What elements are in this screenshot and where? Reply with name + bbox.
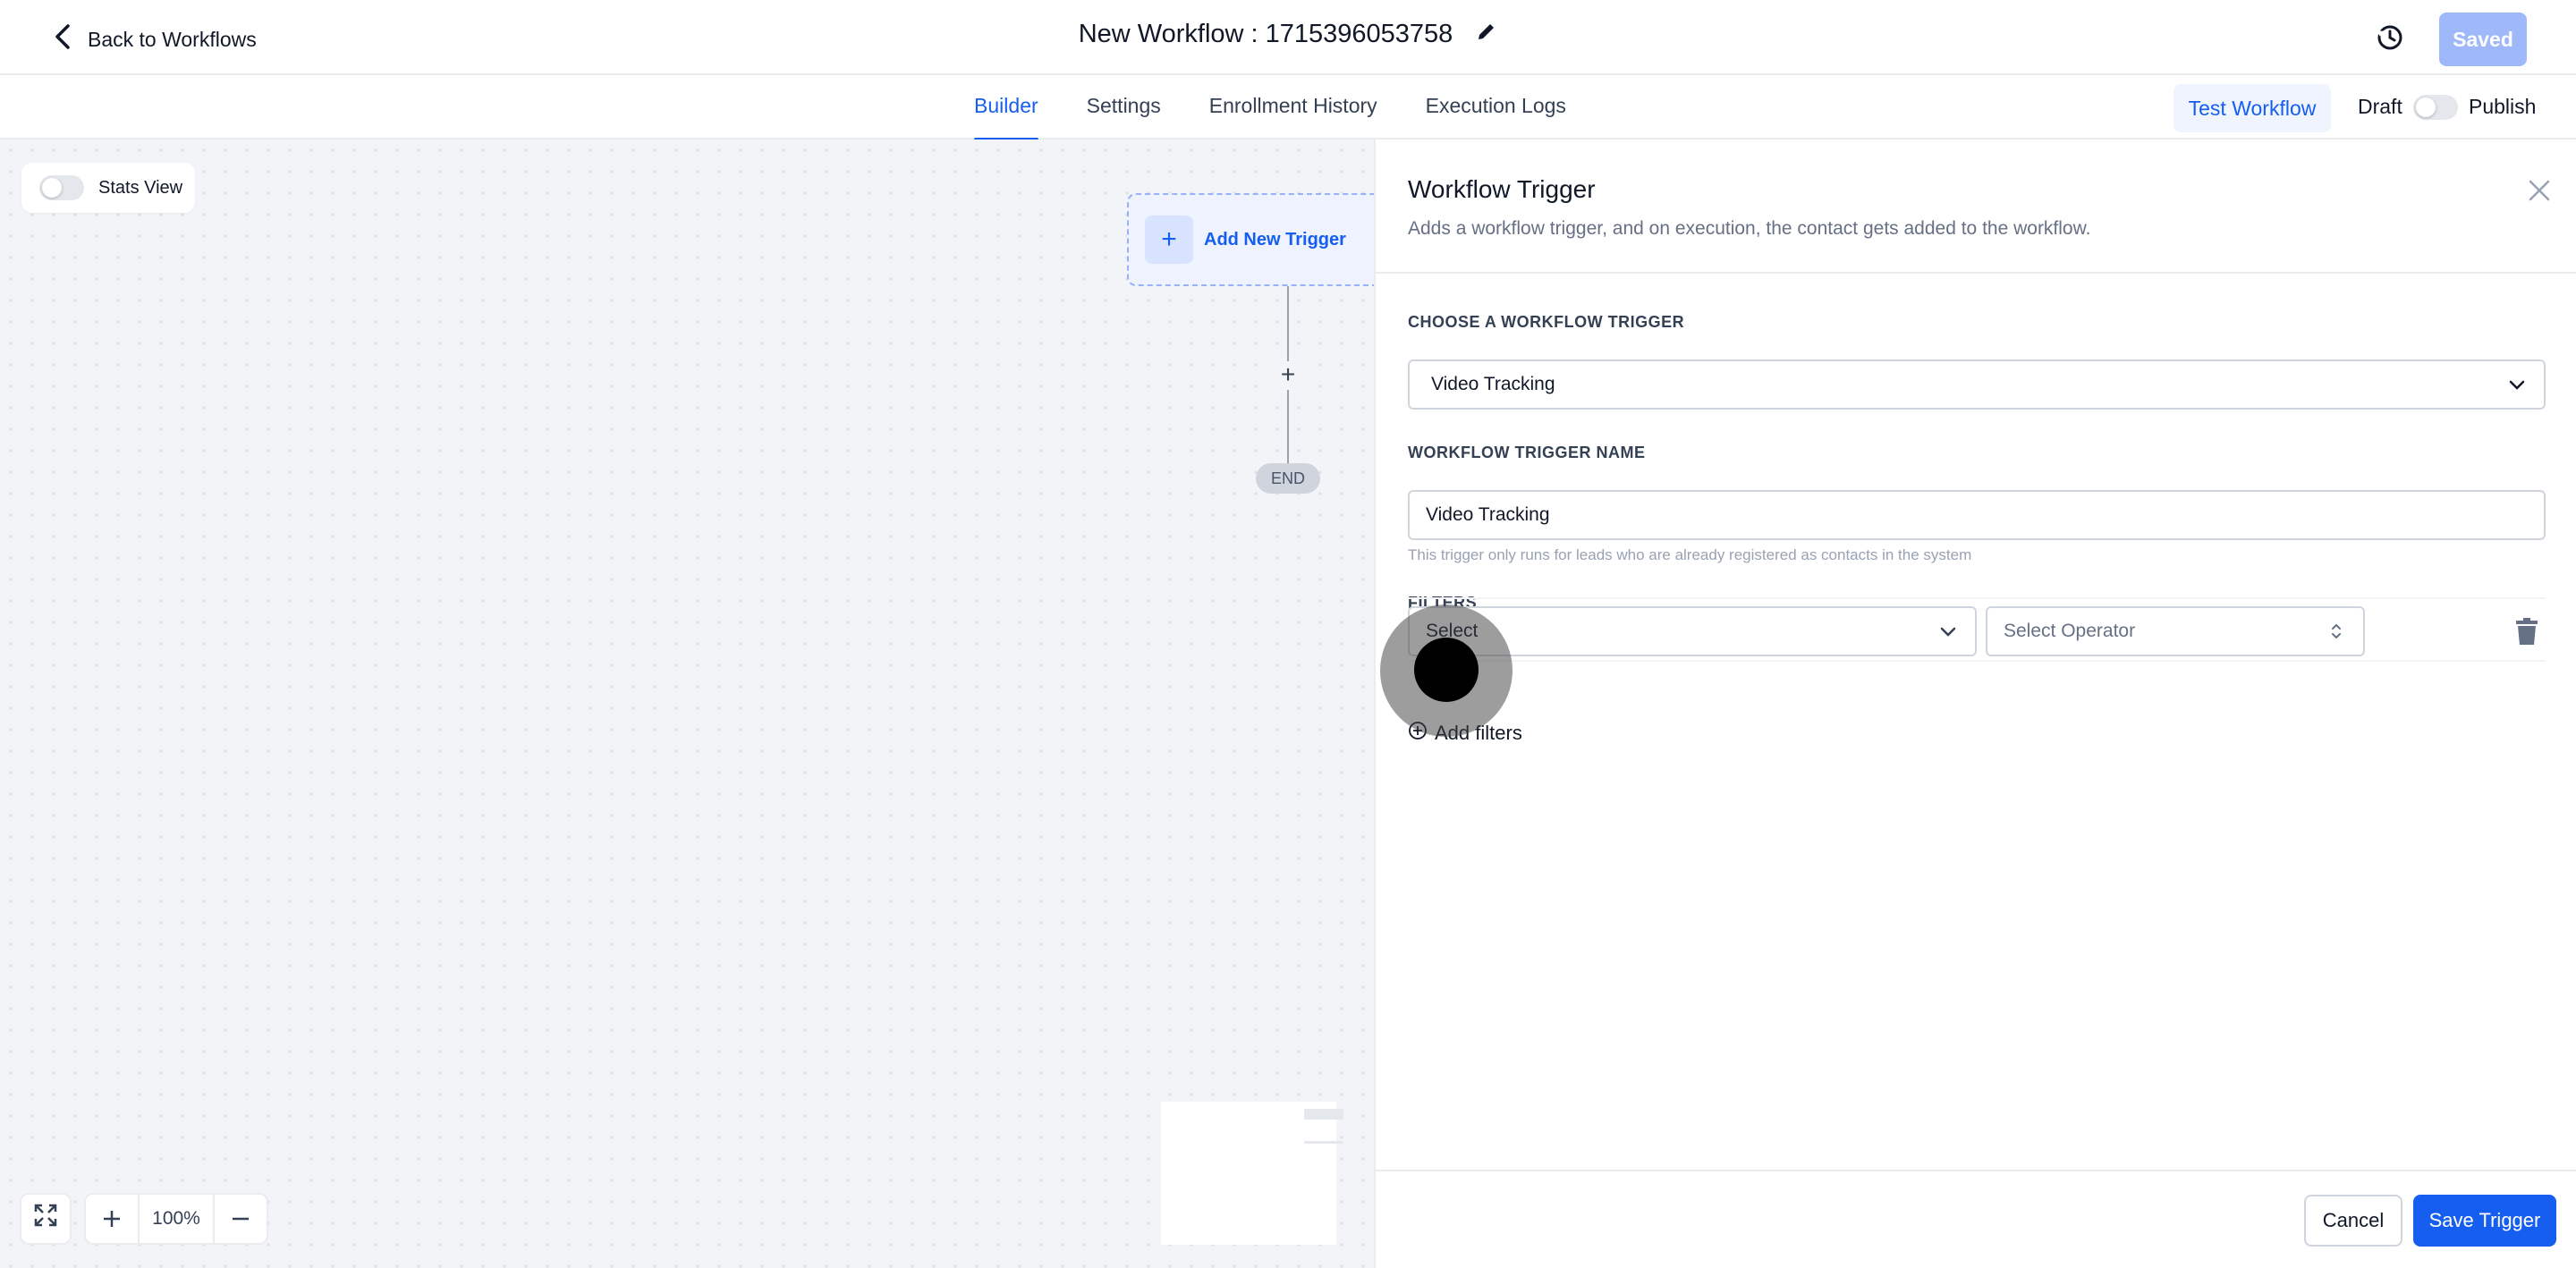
plus-icon [104, 1211, 120, 1227]
panel-subtitle: Adds a workflow trigger, and on executio… [1408, 218, 2091, 239]
filter-row: Select Select Operator [1408, 597, 2546, 662]
tab-settings[interactable]: Settings [1087, 75, 1161, 139]
filter-operator-placeholder: Select Operator [2004, 621, 2136, 641]
history-icon[interactable] [2374, 21, 2406, 54]
tab-builder[interactable]: Builder [974, 75, 1038, 141]
cancel-button[interactable]: Cancel [2304, 1195, 2402, 1247]
zoom-group: 100% [84, 1193, 268, 1245]
minimap-node [1304, 1141, 1343, 1144]
zoom-level: 100% [138, 1195, 215, 1243]
choose-trigger-label: CHOOSE A WORKFLOW TRIGGER [1408, 313, 1685, 331]
zoom-controls: 100% [20, 1193, 268, 1245]
expand-icon [33, 1203, 58, 1235]
top-bar: Back to Workflows New Workflow : 1715396… [0, 0, 2576, 75]
chevron-up-down-icon [2326, 621, 2347, 642]
publish-label: Publish [2469, 95, 2537, 118]
add-action-button[interactable]: + [1274, 361, 1302, 390]
cursor-dot [1414, 638, 1479, 702]
test-workflow-button[interactable]: Test Workflow [2174, 84, 2331, 132]
chevron-down-icon [1937, 621, 1959, 642]
panel-header: Workflow Trigger Adds a workflow trigger… [1376, 139, 2576, 274]
panel-title: Workflow Trigger [1408, 175, 1596, 203]
end-node: END [1256, 463, 1320, 494]
filter-operator-select[interactable]: Select Operator [1986, 606, 2365, 656]
trigger-type-select[interactable]: Video Tracking [1408, 359, 2546, 410]
workflow-title: New Workflow : 1715396053758 [1078, 20, 1453, 48]
delete-filter-icon[interactable] [2514, 617, 2539, 646]
stats-view-toggle[interactable] [39, 175, 84, 200]
connector-line [1287, 390, 1289, 463]
trigger-name-value: Video Tracking [1426, 504, 1550, 525]
stats-view-control: Stats View [21, 163, 195, 213]
trigger-name-input[interactable]: Video Tracking [1408, 490, 2546, 540]
workflow-canvas[interactable]: Stats View + Add New Trigger + END 100% [0, 139, 1374, 1268]
trigger-name-hint: This trigger only runs for leads who are… [1408, 546, 1972, 563]
chevron-down-icon [2506, 374, 2528, 395]
zoom-out-button[interactable] [215, 1195, 267, 1243]
trigger-name-label: WORKFLOW TRIGGER NAME [1408, 444, 1646, 461]
close-icon[interactable] [2526, 177, 2553, 204]
trigger-type-value: Video Tracking [1431, 374, 1555, 394]
minimap-node [1304, 1109, 1343, 1120]
panel-footer: Cancel Save Trigger [1376, 1170, 2576, 1268]
add-new-trigger-node[interactable]: + Add New Trigger [1127, 193, 1374, 286]
zoom-in-button[interactable] [86, 1195, 138, 1243]
publish-toggle[interactable] [2413, 95, 2458, 120]
minimap[interactable] [1161, 1102, 1343, 1245]
plus-icon: + [1145, 216, 1193, 264]
workflow-trigger-panel: Workflow Trigger Adds a workflow trigger… [1374, 139, 2576, 1268]
tab-enrollment-history[interactable]: Enrollment History [1209, 75, 1377, 139]
tab-execution-logs[interactable]: Execution Logs [1426, 75, 1566, 139]
connector-line [1287, 286, 1289, 363]
add-new-trigger-label: Add New Trigger [1204, 229, 1346, 249]
edit-pencil-icon[interactable] [1476, 20, 1497, 49]
fit-view-button[interactable] [20, 1193, 72, 1245]
workflow-title-area: New Workflow : 1715396053758 [0, 20, 2576, 49]
save-trigger-button[interactable]: Save Trigger [2413, 1195, 2556, 1247]
draft-label: Draft [2358, 95, 2402, 118]
minus-icon [233, 1217, 249, 1221]
saved-button[interactable]: Saved [2439, 13, 2527, 66]
tab-bar: Builder Settings Enrollment History Exec… [0, 75, 2576, 141]
stats-view-label: Stats View [98, 177, 183, 198]
